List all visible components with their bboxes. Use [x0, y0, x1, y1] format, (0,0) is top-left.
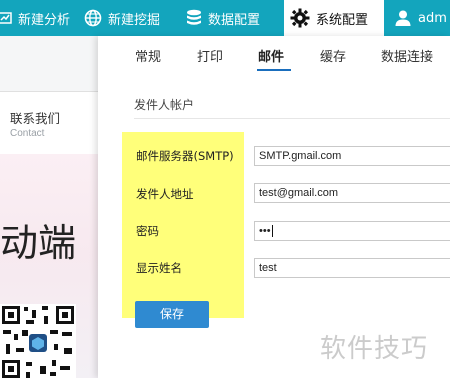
nav-data-config-label: 数据配置 — [208, 12, 261, 28]
smtp-server-label: 邮件服务器(SMTP) — [136, 149, 234, 163]
save-button[interactable]: 保存 — [135, 301, 209, 328]
password-value: ••• — [259, 225, 271, 237]
section-title-sender-account: 发件人帐户 — [134, 98, 195, 112]
nav-user-menu[interactable]: adm — [394, 0, 447, 36]
display-name-value: test — [259, 262, 277, 274]
gear-icon — [290, 8, 310, 28]
tab-email[interactable]: 邮件 — [258, 46, 284, 65]
background-page: 联系我们 Contact 动端 — [0, 36, 98, 378]
contact-us-link[interactable]: 联系我们 — [10, 108, 60, 127]
sender-address-label: 发件人地址 — [136, 187, 194, 201]
smtp-server-input[interactable]: SMTP.gmail.com — [254, 146, 450, 166]
nav-system-config-label: 系统配置 — [316, 12, 369, 28]
display-name-label: 显示姓名 — [136, 261, 182, 275]
password-label: 密码 — [136, 224, 159, 238]
tab-general[interactable]: 常规 — [135, 46, 161, 65]
globe-icon — [84, 9, 102, 27]
background-header-strip — [0, 36, 98, 92]
sender-address-value: test@gmail.com — [259, 187, 339, 199]
watermark-text: 软件技巧 — [320, 334, 429, 364]
display-name-input[interactable]: test — [254, 258, 450, 278]
background-hero: 动端 — [0, 154, 98, 378]
sender-address-input[interactable]: test@gmail.com — [254, 183, 450, 203]
user-icon — [394, 9, 412, 27]
nav-system-config[interactable]: 系统配置 — [284, 0, 384, 36]
nav-new-analysis-label: 新建分析 — [18, 12, 71, 28]
nav-new-analysis[interactable]: 新建分析 — [0, 0, 70, 36]
new-analysis-icon — [0, 11, 12, 25]
settings-tabs: 常规 打印 邮件 缓存 数据连接 — [98, 36, 450, 74]
smtp-server-value: SMTP.gmail.com — [259, 150, 342, 162]
database-icon — [186, 9, 202, 27]
top-navigation-bar: 新建分析 新建挖掘 数据配置 系统配置 adm — [0, 0, 450, 36]
password-input[interactable]: ••• — [254, 221, 450, 241]
tab-print[interactable]: 打印 — [197, 46, 223, 65]
nav-data-config[interactable]: 数据配置 — [186, 0, 260, 36]
tab-cache[interactable]: 缓存 — [320, 46, 346, 65]
nav-user-label: adm — [418, 10, 447, 26]
nav-new-mining[interactable]: 新建挖掘 — [84, 0, 160, 36]
active-tab-indicator — [257, 69, 291, 71]
hero-heading: 动端 — [0, 221, 77, 265]
contact-us-subtitle: Contact — [10, 128, 45, 139]
nav-new-mining-label: 新建挖掘 — [108, 12, 161, 28]
section-divider — [134, 118, 450, 119]
system-config-panel: 常规 打印 邮件 缓存 数据连接 发件人帐户 邮件服务器(SMTP) 发件人地址… — [98, 36, 450, 378]
text-caret — [271, 225, 273, 238]
qr-code-image — [0, 304, 76, 378]
tab-data-connection[interactable]: 数据连接 — [381, 46, 433, 65]
